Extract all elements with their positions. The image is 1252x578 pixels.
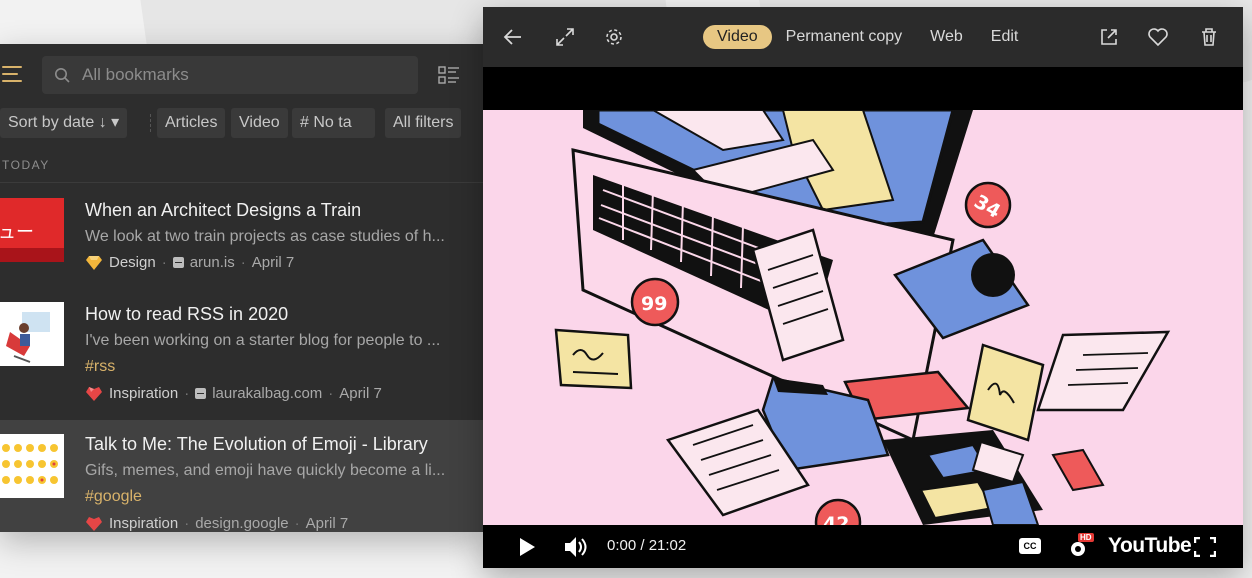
- item-meta: Inspiration · laurakalbag.com · April 7: [85, 385, 382, 402]
- hd-badge: HD: [1078, 533, 1094, 542]
- article-icon: [172, 257, 184, 268]
- video-illustration: 34 99 42: [554, 110, 1171, 525]
- filter-bar: Sort by date ↓ ▾ Articles Video # No ta …: [0, 108, 485, 138]
- menu-icon[interactable]: [2, 66, 22, 82]
- filter-video[interactable]: Video: [231, 108, 288, 138]
- captions-button[interactable]: CC: [1019, 538, 1041, 554]
- item-description: We look at two train projects as case st…: [85, 228, 445, 245]
- item-meta: Inspiration · design.google · April 7: [85, 515, 348, 532]
- tab-web[interactable]: Web: [916, 25, 977, 49]
- filter-articles[interactable]: Articles: [157, 108, 226, 138]
- preview-toolbar: Video Permanent copy Web Edit: [483, 7, 1243, 67]
- item-date: April 7: [305, 515, 349, 532]
- item-description: Gifs, memes, and emoji have quickly beco…: [85, 462, 446, 479]
- heart-gem-icon: [86, 386, 102, 401]
- view-mode-icon[interactable]: [438, 65, 460, 85]
- gem-icon: [86, 255, 102, 270]
- settings-button[interactable]: HD: [1068, 533, 1094, 559]
- list-item[interactable]: How to read RSS in 2020 I've been workin…: [0, 292, 485, 420]
- list-item-selected[interactable]: Talk to Me: The Evolution of Emoji - Lib…: [0, 420, 485, 532]
- badge-number: 99: [641, 293, 667, 315]
- list-toolbar: [0, 44, 485, 106]
- item-date: April 7: [251, 254, 295, 271]
- item-title[interactable]: How to read RSS in 2020: [85, 304, 288, 325]
- all-filters-button[interactable]: All filters: [385, 108, 462, 138]
- badge-number: 42: [823, 513, 849, 525]
- gear-icon[interactable]: [602, 25, 626, 49]
- divider: [0, 182, 485, 183]
- video-frame[interactable]: 34 99 42: [483, 110, 1243, 525]
- emoji-grid-thumbnail: [2, 444, 58, 484]
- item-title[interactable]: Talk to Me: The Evolution of Emoji - Lib…: [85, 434, 428, 455]
- search-icon: [55, 68, 70, 83]
- section-label: TODAY: [2, 158, 50, 172]
- open-external-icon[interactable]: [1097, 25, 1121, 49]
- heart-gem-icon: [86, 516, 102, 531]
- video-letterbox: [483, 67, 1243, 110]
- tab-video[interactable]: Video: [703, 25, 772, 49]
- search-box[interactable]: [42, 56, 418, 94]
- collection-name[interactable]: Design: [109, 254, 156, 271]
- item-meta: Design · arun.is · April 7: [85, 254, 294, 271]
- filter-no-tag[interactable]: # No ta: [292, 108, 375, 138]
- youtube-logo[interactable]: YouTube: [1108, 534, 1192, 558]
- view-tabs: Video Permanent copy Web Edit: [703, 24, 1032, 50]
- fullscreen-icon[interactable]: [1194, 537, 1216, 557]
- search-input[interactable]: [80, 64, 404, 86]
- article-icon: [195, 388, 207, 399]
- collection-name[interactable]: Inspiration: [109, 515, 178, 532]
- play-icon[interactable]: [517, 537, 537, 557]
- back-arrow-icon[interactable]: [501, 25, 525, 49]
- thumbnail-text: ュー: [0, 222, 34, 243]
- collection-name[interactable]: Inspiration: [109, 385, 178, 402]
- item-domain: design.google: [195, 515, 289, 532]
- volume-icon[interactable]: [563, 535, 589, 559]
- thumbnail: [0, 302, 64, 366]
- item-date: April 7: [339, 385, 382, 402]
- item-tag[interactable]: #google: [85, 488, 142, 506]
- sort-dropdown[interactable]: Sort by date ↓ ▾: [0, 108, 128, 138]
- list-item[interactable]: ュー When an Architect Designs a Train We …: [0, 184, 485, 292]
- expand-icon[interactable]: [553, 25, 577, 49]
- preview-panel: Video Permanent copy Web Edit 34 99 42 0…: [483, 7, 1243, 568]
- heart-icon[interactable]: [1146, 25, 1170, 49]
- video-controls: 0:00 / 21:02 CC HD YouTube: [483, 525, 1243, 568]
- item-title[interactable]: When an Architect Designs a Train: [85, 200, 361, 221]
- thumbnail: [0, 434, 64, 498]
- tab-edit[interactable]: Edit: [977, 25, 1033, 49]
- item-tag[interactable]: #rss: [85, 358, 115, 376]
- item-description: I've been working on a starter blog for …: [85, 332, 441, 349]
- thumbnail: ュー: [0, 198, 64, 262]
- divider: [150, 114, 151, 132]
- video-time: 0:00 / 21:02: [607, 537, 687, 554]
- item-domain: arun.is: [189, 254, 235, 271]
- bookmark-list-panel: Sort by date ↓ ▾ Articles Video # No ta …: [0, 44, 485, 532]
- tab-permanent-copy[interactable]: Permanent copy: [772, 25, 917, 49]
- thumbnail-illustration: [6, 312, 50, 363]
- trash-icon[interactable]: [1197, 25, 1221, 49]
- item-domain: laurakalbag.com: [212, 385, 323, 402]
